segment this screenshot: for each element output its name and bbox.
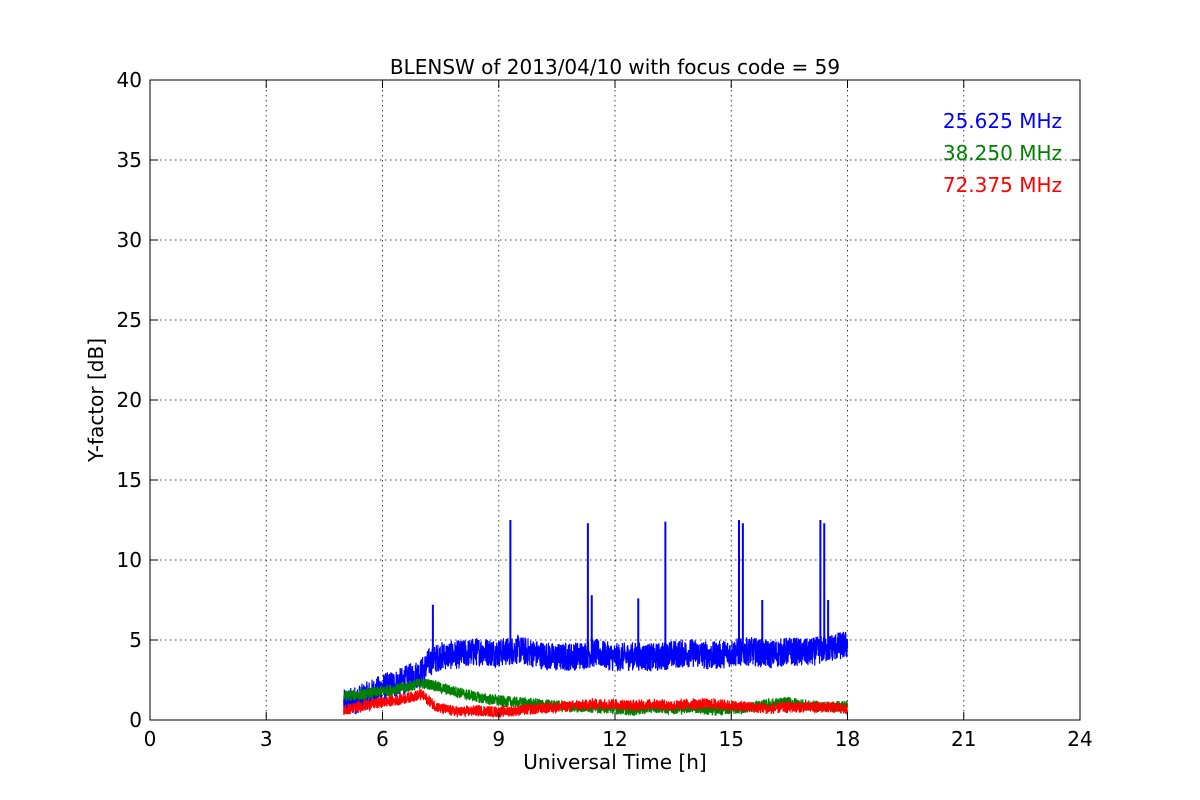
x-tick-label: 12 xyxy=(602,727,627,751)
y-tick-label: 20 xyxy=(117,388,142,412)
x-tick-label: 9 xyxy=(492,727,505,751)
chart-title: BLENSW of 2013/04/10 with focus code = 5… xyxy=(390,55,840,79)
legend-entry: 38.250 MHz xyxy=(943,141,1062,165)
x-tick-label: 24 xyxy=(1067,727,1092,751)
y-tick-label: 35 xyxy=(117,148,142,172)
legend-entry: 25.625 MHz xyxy=(943,109,1062,133)
y-tick-label: 10 xyxy=(117,548,142,572)
x-tick-label: 6 xyxy=(376,727,389,751)
legend: 25.625 MHz 38.250 MHz 72.375 MHz xyxy=(943,109,1062,197)
y-tick-label: 0 xyxy=(129,708,142,732)
y-tick-label: 5 xyxy=(129,628,142,652)
x-axis-label: Universal Time [h] xyxy=(523,750,706,774)
y-tick-label: 25 xyxy=(117,308,142,332)
x-tick-label: 3 xyxy=(260,727,273,751)
x-tick-label: 0 xyxy=(144,727,157,751)
chart: BLENSW of 2013/04/10 with focus code = 5… xyxy=(0,0,1200,800)
y-tick-label: 15 xyxy=(117,468,142,492)
x-tick-label: 15 xyxy=(719,727,744,751)
x-tick-label: 18 xyxy=(835,727,860,751)
y-tick-label: 40 xyxy=(117,68,142,92)
legend-entry: 72.375 MHz xyxy=(943,173,1062,197)
x-tick-label: 21 xyxy=(951,727,976,751)
y-tick-label: 30 xyxy=(117,228,142,252)
y-axis-label: Y-factor [dB] xyxy=(84,338,108,463)
